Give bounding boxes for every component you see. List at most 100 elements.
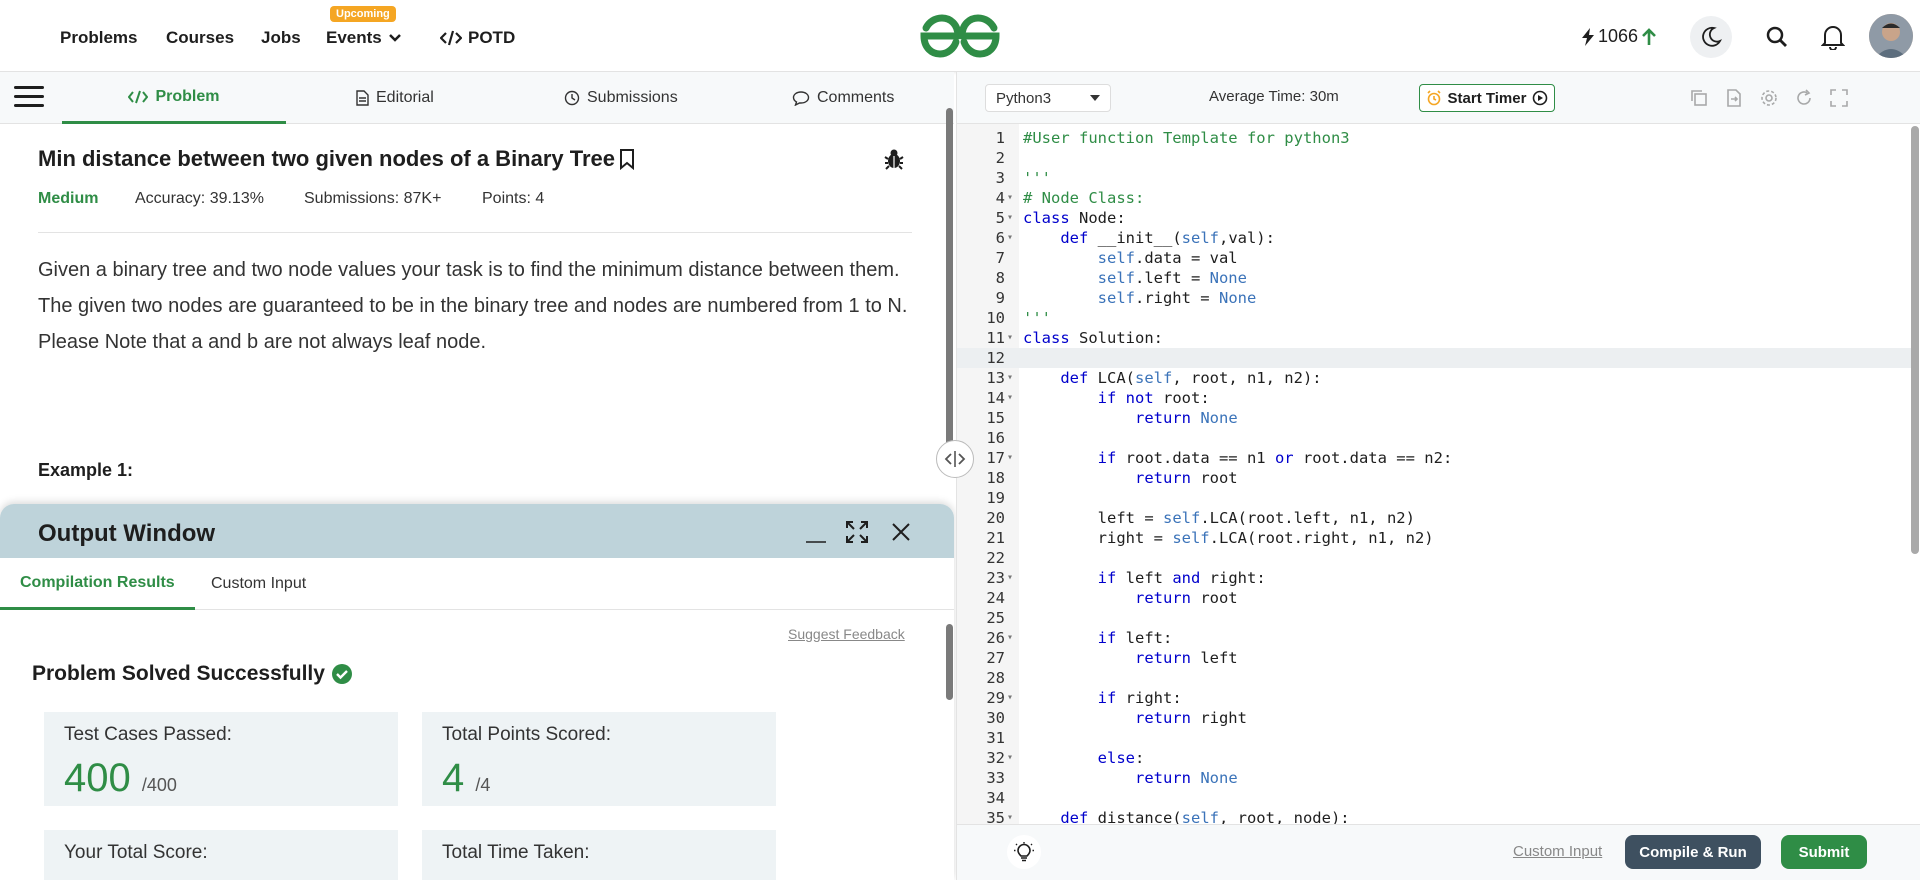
expand-icon[interactable] <box>845 520 869 544</box>
fold-arrow-icon[interactable]: ▾ <box>1007 808 1013 824</box>
tab-editorial[interactable]: Editorial <box>356 72 434 124</box>
code-line[interactable]: 20 left = self.LCA(root.left, n1, n2) <box>957 508 1911 528</box>
suggest-feedback-link[interactable]: Suggest Feedback <box>788 626 905 642</box>
code-line[interactable]: 4 ▾ # Node Class: <box>957 188 1911 208</box>
chevron-down-icon <box>388 34 401 42</box>
import-file-icon[interactable] <box>1724 88 1744 108</box>
code-line[interactable]: 21 right = self.LCA(root.right, n1, n2) <box>957 528 1911 548</box>
settings-icon[interactable] <box>1759 88 1779 108</box>
compile-run-button[interactable]: Compile & Run <box>1625 835 1761 869</box>
reset-icon[interactable] <box>1794 88 1814 108</box>
document-icon <box>356 90 369 106</box>
code-line[interactable]: 35 ▾ def distance(self, root, node): <box>957 808 1911 824</box>
fold-arrow-icon[interactable]: ▾ <box>1007 748 1013 768</box>
code-text: left = self.LCA(root.left, n1, n2) <box>1023 509 1415 527</box>
code-line[interactable]: 30 return right <box>957 708 1911 728</box>
tab-custom-input[interactable]: Custom Input <box>191 558 326 610</box>
language-select[interactable]: Python3 <box>985 84 1111 112</box>
fold-arrow-icon[interactable]: ▾ <box>1007 628 1013 648</box>
code-line[interactable]: 32 ▾ else: <box>957 748 1911 768</box>
code-line[interactable]: 27 return left <box>957 648 1911 668</box>
theme-toggle-button[interactable] <box>1690 16 1732 58</box>
code-line[interactable]: 24 return root <box>957 588 1911 608</box>
code-text: def distance(self, root, node): <box>1060 809 1350 824</box>
code-line[interactable]: 19 <box>957 488 1911 508</box>
code-line[interactable]: 28 <box>957 668 1911 688</box>
copy-icon[interactable] <box>1689 88 1709 108</box>
code-text: if left: <box>1097 629 1173 647</box>
code-line[interactable]: 14 ▾ if not root: <box>957 388 1911 408</box>
code-line[interactable]: 18 return root <box>957 468 1911 488</box>
user-avatar[interactable] <box>1869 14 1913 58</box>
fold-arrow-icon[interactable]: ▾ <box>1007 388 1013 408</box>
nav-events[interactable]: Events <box>326 28 402 48</box>
code-line[interactable]: 22 <box>957 548 1911 568</box>
fold-arrow-icon[interactable]: ▾ <box>1007 228 1013 248</box>
divider <box>38 232 912 233</box>
code-line[interactable]: 5 ▾ class Node: <box>957 208 1911 228</box>
custom-input-link[interactable]: Custom Input <box>1513 843 1602 860</box>
problem-scrollbar[interactable] <box>946 108 953 474</box>
bell-icon <box>1821 26 1845 50</box>
code-text: # Node Class: <box>1023 189 1145 207</box>
code-line[interactable]: 12 <box>957 348 1911 368</box>
code-line[interactable]: 29 ▾ if right: <box>957 688 1911 708</box>
bookmark-icon[interactable] <box>619 148 635 170</box>
pane-resize-handle[interactable] <box>936 440 974 478</box>
code-line[interactable]: 9 self.right = None <box>957 288 1911 308</box>
search-button[interactable] <box>1764 24 1790 50</box>
editor-scrollbar[interactable] <box>1911 126 1919 554</box>
code-line[interactable]: 10 ''' <box>957 308 1911 328</box>
code-line[interactable]: 31 <box>957 728 1911 748</box>
fold-arrow-icon[interactable]: ▾ <box>1007 208 1013 228</box>
code-line[interactable]: 23 ▾ if left and right: <box>957 568 1911 588</box>
fold-arrow-icon[interactable]: ▾ <box>1007 448 1013 468</box>
fold-arrow-icon[interactable]: ▾ <box>1007 188 1013 208</box>
report-bug-icon[interactable] <box>884 148 904 170</box>
nav-problems[interactable]: Problems <box>60 28 137 48</box>
nav-courses[interactable]: Courses <box>166 28 234 48</box>
code-line[interactable]: 3 ''' <box>957 168 1911 188</box>
code-line[interactable]: 7 self.data = val <box>957 248 1911 268</box>
play-circle-icon <box>1533 90 1548 106</box>
fullscreen-icon[interactable] <box>1829 88 1849 108</box>
code-line[interactable]: 6 ▾ def __init__(self,val): <box>957 228 1911 248</box>
code-line[interactable]: 17 ▾ if root.data == n1 or root.data == n… <box>957 448 1911 468</box>
code-line[interactable]: 11 ▾ class Solution: <box>957 328 1911 348</box>
nav-potd[interactable]: POTD <box>440 28 515 48</box>
fold-arrow-icon[interactable]: ▾ <box>1007 368 1013 388</box>
code-line[interactable]: 15 return None <box>957 408 1911 428</box>
hint-button[interactable] <box>1007 835 1041 869</box>
tab-comments[interactable]: Comments <box>792 72 894 124</box>
submit-button[interactable]: Submit <box>1781 835 1867 869</box>
notifications-button[interactable] <box>1819 23 1847 51</box>
hamburger-menu-icon[interactable] <box>14 86 44 110</box>
accuracy-text: Accuracy: 39.13% <box>135 190 264 207</box>
close-icon[interactable] <box>891 522 911 542</box>
code-line[interactable]: 26 ▾ if left: <box>957 628 1911 648</box>
code-line[interactable]: 1 #User function Template for python3 <box>957 128 1911 148</box>
fold-arrow-icon[interactable]: ▾ <box>1007 568 1013 588</box>
line-number: 2 <box>995 149 1005 167</box>
gfg-logo[interactable] <box>918 14 1002 58</box>
code-line[interactable]: 13 ▾ def LCA(self, root, n1, n2): <box>957 368 1911 388</box>
nav-jobs[interactable]: Jobs <box>261 28 301 48</box>
code-line[interactable]: 8 self.left = None <box>957 268 1911 288</box>
code-line[interactable]: 34 <box>957 788 1911 808</box>
code-line[interactable]: 33 return None <box>957 768 1911 788</box>
fold-arrow-icon[interactable]: ▾ <box>1007 328 1013 348</box>
tab-submissions[interactable]: Submissions <box>564 72 678 124</box>
streak-counter[interactable]: 1066 <box>1582 26 1656 47</box>
upcoming-badge: Upcoming <box>330 6 396 22</box>
code-editor[interactable]: 1 #User function Template for python3 2 3 ''… <box>957 124 1920 824</box>
code-line[interactable]: 2 <box>957 148 1911 168</box>
output-scrollbar[interactable] <box>946 624 953 700</box>
line-number: 6 <box>995 229 1005 247</box>
code-line[interactable]: 25 <box>957 608 1911 628</box>
minimize-icon[interactable] <box>804 524 828 544</box>
code-line[interactable]: 16 <box>957 428 1911 448</box>
tab-compilation-results[interactable]: Compilation Results <box>0 558 195 610</box>
fold-arrow-icon[interactable]: ▾ <box>1007 688 1013 708</box>
tab-problem[interactable]: Problem <box>62 72 286 124</box>
start-timer-button[interactable]: Start Timer <box>1419 84 1555 112</box>
